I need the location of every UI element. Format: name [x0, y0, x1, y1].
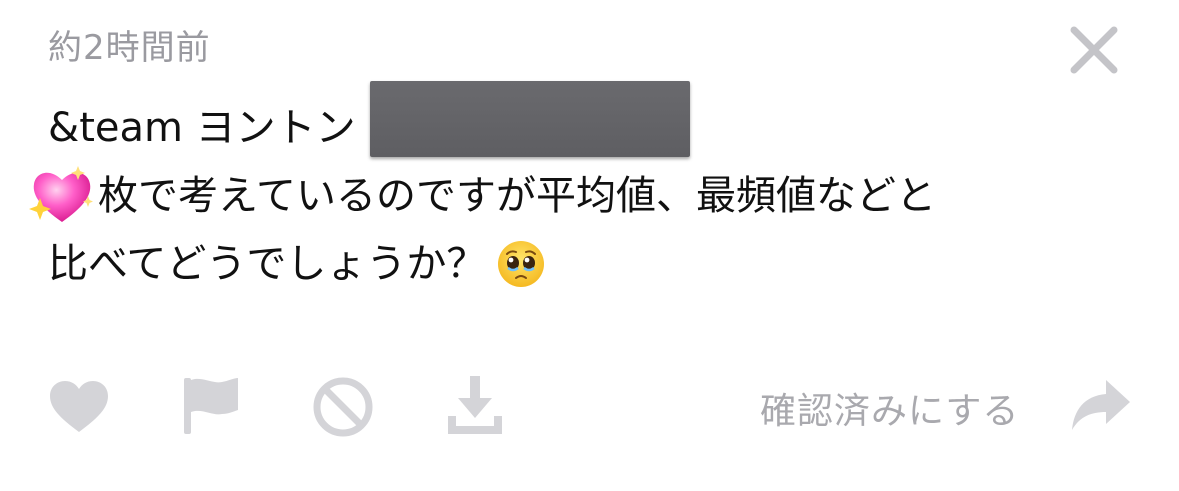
- message-text-3: 比べてどうでしょうか？: [48, 241, 487, 287]
- like-button[interactable]: [48, 380, 110, 438]
- message-line-2: 枚で考えているのですが平均値、最頻値などと: [29, 162, 1148, 230]
- message-text-2: 枚で考えているのですが平均値、最頻値などと: [98, 173, 936, 219]
- share-arrow-icon: [1072, 380, 1130, 430]
- flag-icon: [184, 378, 238, 434]
- redacted-block: [369, 81, 690, 157]
- download-icon: [448, 376, 502, 434]
- timestamp: 約2時間前: [48, 28, 211, 68]
- message-line-3: 比べてどうでしょうか？: [48, 230, 1148, 298]
- message-text-1: &team ヨントン: [48, 105, 356, 151]
- message-body: &team ヨントン 枚で考えているのですが平均値、最頻値などと 比べてどうでし…: [29, 81, 1148, 298]
- action-bar: 確認済みにする: [0, 370, 1179, 440]
- download-button[interactable]: [444, 374, 506, 442]
- block-button[interactable]: [312, 376, 374, 442]
- report-button[interactable]: [182, 376, 240, 440]
- reply-button[interactable]: [1070, 378, 1132, 436]
- message-line-1: &team ヨントン: [48, 81, 1148, 162]
- mark-as-checked-button[interactable]: 確認済みにする: [760, 382, 1019, 434]
- block-icon: [313, 377, 373, 437]
- pleading-face-emoji: [498, 241, 545, 287]
- heart-icon: [50, 381, 108, 432]
- sparkling-heart-emoji: [29, 166, 93, 222]
- close-icon: [1070, 26, 1118, 74]
- close-button[interactable]: [1068, 24, 1120, 76]
